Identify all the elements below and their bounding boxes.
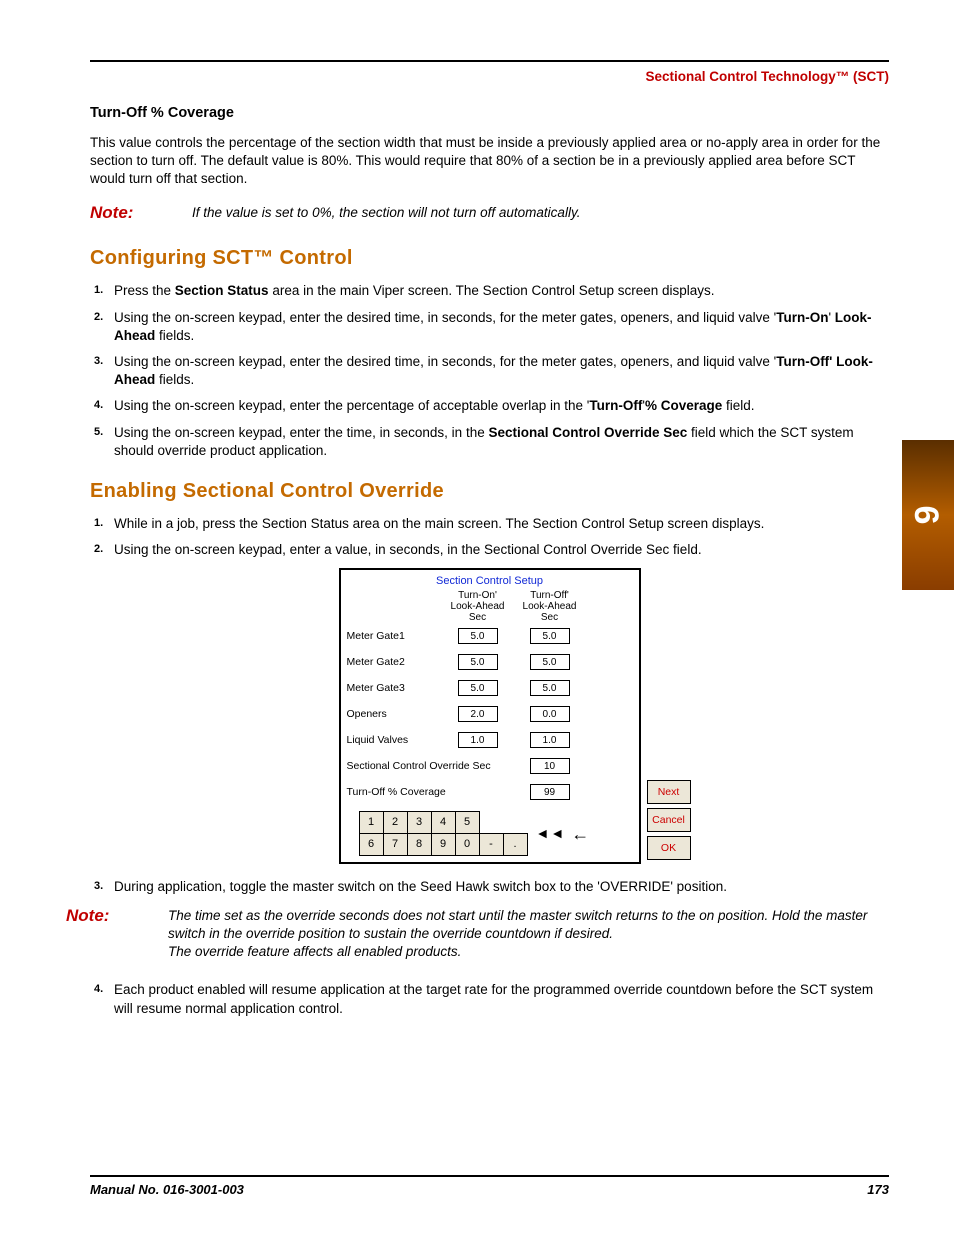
key-7[interactable]: 7 <box>383 834 407 856</box>
mg1-off[interactable]: 5.0 <box>530 628 570 644</box>
configuring-steps: Press the Section Status area in the mai… <box>90 282 889 460</box>
row-override: Sectional Control Override Sec 10 <box>347 753 633 779</box>
key-9[interactable]: 9 <box>431 834 455 856</box>
key-3[interactable]: 3 <box>407 812 431 834</box>
page-number: 173 <box>867 1181 889 1199</box>
step-1: Press the Section Status area in the mai… <box>90 282 889 300</box>
turn-off-coverage-para: This value controls the percentage of th… <box>90 134 889 189</box>
step-4: Using the on-screen keypad, enter the pe… <box>90 397 889 415</box>
lv-off[interactable]: 1.0 <box>530 732 570 748</box>
key-6[interactable]: 6 <box>359 834 383 856</box>
page-header: Sectional Control Technology™ (SCT) <box>90 68 889 86</box>
step-5: Using the on-screen keypad, enter the ti… <box>90 424 889 460</box>
key-5[interactable]: 5 <box>455 812 479 834</box>
chapter-tab: 9 <box>902 440 954 590</box>
cancel-button[interactable]: Cancel <box>647 808 691 832</box>
rewind-icon[interactable]: ◄◄ <box>536 824 566 843</box>
top-rule <box>90 60 889 62</box>
panel-col-heads: Turn-On' Look-Ahead Sec Turn-Off' Look-A… <box>347 590 633 623</box>
key-4[interactable]: 4 <box>431 812 455 834</box>
bottom-rule <box>90 1175 889 1177</box>
openers-on[interactable]: 2.0 <box>458 706 498 722</box>
col-turn-on: Turn-On' Look-Ahead Sec <box>442 590 514 623</box>
ok-button[interactable]: OK <box>647 836 691 860</box>
estep-1: While in a job, press the Section Status… <box>90 515 889 533</box>
key-dash[interactable]: - <box>479 834 503 856</box>
override-val[interactable]: 10 <box>530 758 570 774</box>
key-8[interactable]: 8 <box>407 834 431 856</box>
page-footer: Manual No. 016-3001-003 173 <box>90 1181 889 1199</box>
enabling-steps: While in a job, press the Section Status… <box>90 515 889 1018</box>
mg1-on[interactable]: 5.0 <box>458 628 498 644</box>
note-body: If the value is set to 0%, the section w… <box>192 202 889 222</box>
step-2: Using the on-screen keypad, enter the de… <box>90 309 889 345</box>
mg2-off[interactable]: 5.0 <box>530 654 570 670</box>
row-liquid-valves: Liquid Valves 1.0 1.0 <box>347 727 633 753</box>
coverage-val[interactable]: 99 <box>530 784 570 800</box>
note-label-2: Note: <box>66 905 144 928</box>
enabling-override-heading: Enabling Sectional Control Override <box>90 478 889 505</box>
row-meter-gate2: Meter Gate2 5.0 5.0 <box>347 649 633 675</box>
note-body-2: The time set as the override seconds doe… <box>168 905 889 962</box>
panel-buttons: Next Cancel OK <box>647 780 691 860</box>
key-dot[interactable]: . <box>503 834 527 856</box>
manual-number: Manual No. 016-3001-003 <box>90 1181 244 1199</box>
col-turn-off: Turn-Off' Look-Ahead Sec <box>514 590 586 623</box>
row-openers: Openers 2.0 0.0 <box>347 701 633 727</box>
backspace-icon[interactable]: ← <box>571 822 589 846</box>
chapter-number: 9 <box>905 506 951 525</box>
estep-4: Each product enabled will resume applica… <box>90 981 889 1017</box>
next-button[interactable]: Next <box>647 780 691 804</box>
panel-wrap: Section Control Setup Turn-On' Look-Ahea… <box>90 568 889 865</box>
estep-3: During application, toggle the master sw… <box>90 878 889 896</box>
panel-title: Section Control Setup <box>347 574 633 589</box>
mg2-on[interactable]: 5.0 <box>458 654 498 670</box>
openers-off[interactable]: 0.0 <box>530 706 570 722</box>
note-label: Note: <box>90 202 168 225</box>
keypad: 1 2 3 4 5 6 7 8 9 0 - . <box>347 811 633 856</box>
mg3-off[interactable]: 5.0 <box>530 680 570 696</box>
row-coverage: Turn-Off % Coverage 99 <box>347 779 633 805</box>
row-meter-gate1: Meter Gate1 5.0 5.0 <box>347 623 633 649</box>
key-2[interactable]: 2 <box>383 812 407 834</box>
row-meter-gate3: Meter Gate3 5.0 5.0 <box>347 675 633 701</box>
lv-on[interactable]: 1.0 <box>458 732 498 748</box>
key-0[interactable]: 0 <box>455 834 479 856</box>
note-1: Note: If the value is set to 0%, the sec… <box>90 202 889 225</box>
configuring-sct-heading: Configuring SCT™ Control <box>90 245 889 272</box>
key-1[interactable]: 1 <box>359 812 383 834</box>
mg3-on[interactable]: 5.0 <box>458 680 498 696</box>
turn-off-coverage-heading: Turn-Off % Coverage <box>90 104 889 124</box>
note-2: Note: The time set as the override secon… <box>66 905 889 962</box>
step-3: Using the on-screen keypad, enter the de… <box>90 353 889 389</box>
section-control-setup-panel: Section Control Setup Turn-On' Look-Ahea… <box>339 568 641 865</box>
estep-2: Using the on-screen keypad, enter a valu… <box>90 541 889 559</box>
